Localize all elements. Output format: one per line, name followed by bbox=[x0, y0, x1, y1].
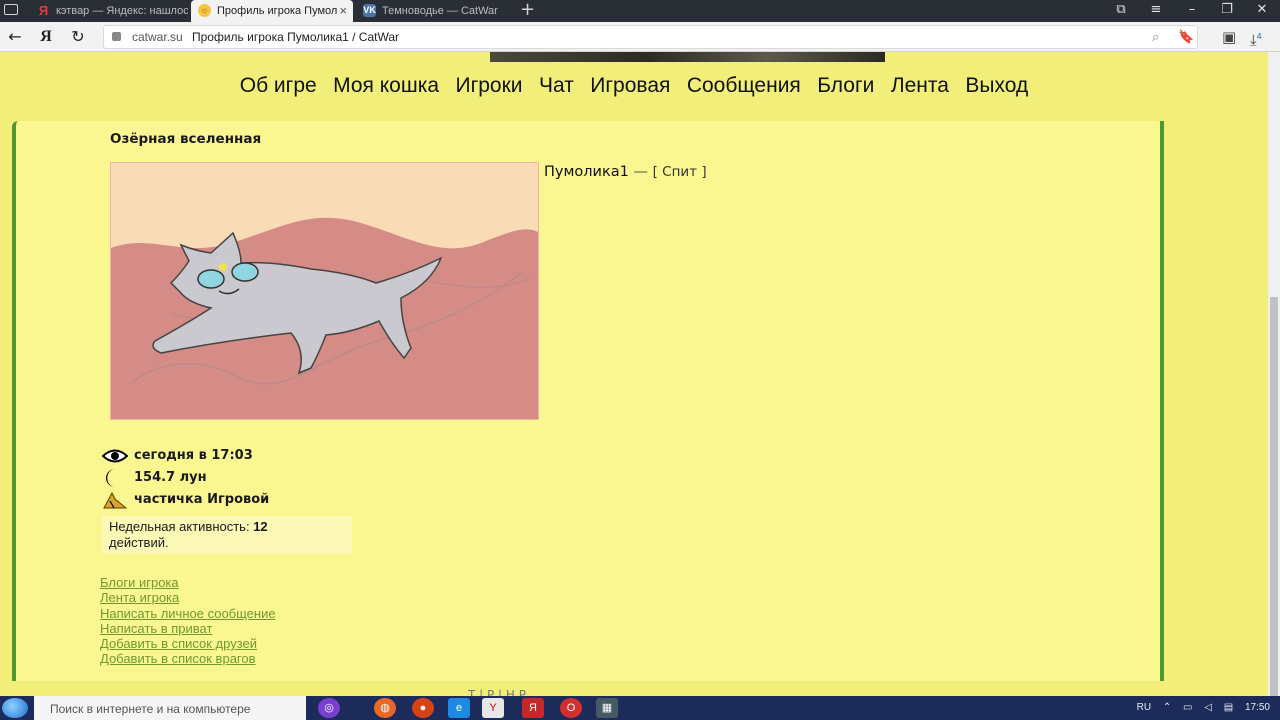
menu-icon[interactable]: ≡ bbox=[1142, 0, 1170, 22]
player-status: [ Спит ] bbox=[652, 164, 707, 180]
page-scrollbar[interactable] bbox=[1268, 52, 1280, 697]
close-window-icon[interactable]: ✕ bbox=[1248, 0, 1276, 22]
eye-icon bbox=[102, 449, 128, 463]
taskbar-search-input[interactable]: Поиск в интернете и на компьютере bbox=[34, 696, 306, 720]
address-bar[interactable]: catwar.su Профиль игрока Пумолика1 / Cat… bbox=[103, 25, 1198, 49]
link-add-friend[interactable]: Добавить в список друзей bbox=[100, 636, 276, 651]
group-badge-icon bbox=[103, 491, 128, 509]
back-button[interactable]: ← bbox=[4, 26, 26, 48]
yandex-browser-icon[interactable]: Y bbox=[482, 698, 504, 718]
weekly-activity-box: Недельная активность: 12 действий. bbox=[102, 516, 352, 554]
lock-icon bbox=[112, 32, 121, 41]
nav-logout[interactable]: Выход bbox=[965, 74, 1028, 98]
age-text: 154.7 лун bbox=[134, 470, 207, 485]
banner-image bbox=[490, 52, 885, 62]
nav-game[interactable]: Игровая bbox=[590, 74, 670, 98]
tab-player-profile[interactable]: ☼ Профиль игрока Пумол × bbox=[191, 0, 353, 22]
link-send-private[interactable]: Написать в приват bbox=[100, 621, 276, 636]
network-icon[interactable]: ▭ bbox=[1183, 696, 1192, 720]
close-tab-icon[interactable]: × bbox=[339, 0, 347, 22]
tablet-mode-icon[interactable]: ⧉ bbox=[1107, 0, 1135, 22]
tray-arrow-icon[interactable]: ⌃ bbox=[1163, 696, 1171, 720]
nav-messages[interactable]: Сообщения bbox=[687, 74, 801, 98]
system-tray: RU ⌃ ▭ ◁ ▤ 17:50 bbox=[1128, 696, 1270, 720]
site-main-nav: Об игре Моя кошка Игроки Чат Игровая Соо… bbox=[0, 74, 1268, 98]
downloads-icon[interactable]: ⤓4 bbox=[1250, 26, 1262, 51]
tab-list-icon[interactable] bbox=[4, 4, 18, 15]
search-icon[interactable]: ⌕ bbox=[1152, 26, 1159, 48]
yandex-icon: Я bbox=[38, 3, 49, 18]
yandex-logo-button[interactable]: Я bbox=[35, 26, 57, 48]
tab-yandex-search[interactable]: Я кэтвар — Яндекс: нашлось bbox=[30, 0, 188, 22]
player-avatar-image bbox=[110, 162, 539, 420]
world-title: Озёрная вселенная bbox=[110, 131, 262, 147]
cat-drawing bbox=[111, 217, 538, 419]
link-add-enemy[interactable]: Добавить в список врагов bbox=[100, 651, 276, 666]
nav-chat[interactable]: Чат bbox=[539, 74, 574, 98]
vk-icon: VK bbox=[363, 4, 376, 17]
volume-icon[interactable]: ◁ bbox=[1204, 696, 1212, 720]
tab-temnovodye[interactable]: VK Темноводье — CatWar bbox=[356, 0, 514, 22]
group-text: частичка Игровой bbox=[134, 492, 270, 507]
activity-label: Недельная активность: bbox=[109, 519, 250, 534]
link-player-feed[interactable]: Лента игрока bbox=[100, 590, 276, 605]
nav-players[interactable]: Игроки bbox=[456, 74, 523, 98]
address-page-title: Профиль игрока Пумолика1 / CatWar bbox=[192, 30, 400, 44]
browser-toolbar: ← Я ↻ catwar.su Профиль игрока Пумолика1… bbox=[0, 22, 1280, 52]
app-icon[interactable]: ● bbox=[412, 698, 434, 718]
footer-text: Т | Р | Н Р bbox=[468, 688, 526, 696]
clock[interactable]: 17:50 bbox=[1245, 696, 1270, 720]
browser-tab-strip: Я кэтвар — Яндекс: нашлось ☼ Профиль игр… bbox=[0, 0, 1280, 22]
start-button[interactable] bbox=[2, 698, 28, 718]
player-name: Пумолика1 bbox=[544, 164, 629, 180]
tab-label: Темноводье — CatWar bbox=[382, 5, 498, 17]
notification-icon[interactable]: ▤ bbox=[1224, 696, 1233, 720]
nav-about-game[interactable]: Об игре bbox=[240, 74, 317, 98]
edge-icon[interactable]: e bbox=[448, 698, 470, 718]
bookmark-icon[interactable]: 🔖 bbox=[1178, 26, 1194, 48]
link-send-message[interactable]: Написать личное сообщение bbox=[100, 606, 276, 621]
restore-icon[interactable]: ❐ bbox=[1213, 0, 1241, 22]
moon-icon bbox=[106, 469, 115, 487]
tab-label: кэтвар — Яндекс: нашлось bbox=[56, 5, 188, 17]
last-seen-text: сегодня в 17:03 bbox=[134, 448, 253, 463]
downloads-count: 4 bbox=[1256, 32, 1262, 41]
activity-value: 12 bbox=[253, 519, 268, 534]
nav-blogs[interactable]: Блоги bbox=[817, 74, 874, 98]
site-banner bbox=[0, 52, 1268, 62]
cortana-icon[interactable]: ◎ bbox=[318, 698, 340, 718]
extension-icon[interactable]: ▣ bbox=[1222, 26, 1236, 48]
opera-icon[interactable]: O bbox=[560, 698, 582, 718]
scrollbar-thumb[interactable] bbox=[1270, 297, 1278, 697]
nav-my-cat[interactable]: Моя кошка bbox=[333, 74, 439, 98]
site-footer: Т | Р | Н Р bbox=[0, 681, 1268, 696]
yandex-app-icon[interactable]: Я bbox=[522, 698, 544, 718]
refresh-button[interactable]: ↻ bbox=[67, 26, 89, 48]
link-player-blogs[interactable]: Блоги игрока bbox=[100, 575, 276, 590]
player-header: Пумолика1 — [ Спит ] bbox=[544, 164, 707, 180]
activity-suffix: действий. bbox=[109, 535, 169, 550]
windows-taskbar: Поиск в интернете и на компьютере ◎ ◍ ● … bbox=[0, 696, 1280, 720]
calculator-icon[interactable]: ▦ bbox=[596, 698, 618, 718]
profile-actions-list: Блоги игрока Лента игрока Написать лично… bbox=[100, 575, 276, 667]
tab-label: Профиль игрока Пумол bbox=[217, 5, 338, 17]
firefox-icon[interactable]: ◍ bbox=[374, 698, 396, 718]
nav-feed[interactable]: Лента bbox=[891, 74, 949, 98]
new-tab-button[interactable]: + bbox=[520, 0, 535, 20]
language-indicator[interactable]: RU bbox=[1137, 696, 1151, 720]
address-domain: catwar.su bbox=[132, 30, 183, 44]
player-dash: — bbox=[633, 164, 648, 180]
catwar-icon: ☼ bbox=[198, 4, 211, 17]
minimize-icon[interactable]: – bbox=[1178, 0, 1206, 22]
